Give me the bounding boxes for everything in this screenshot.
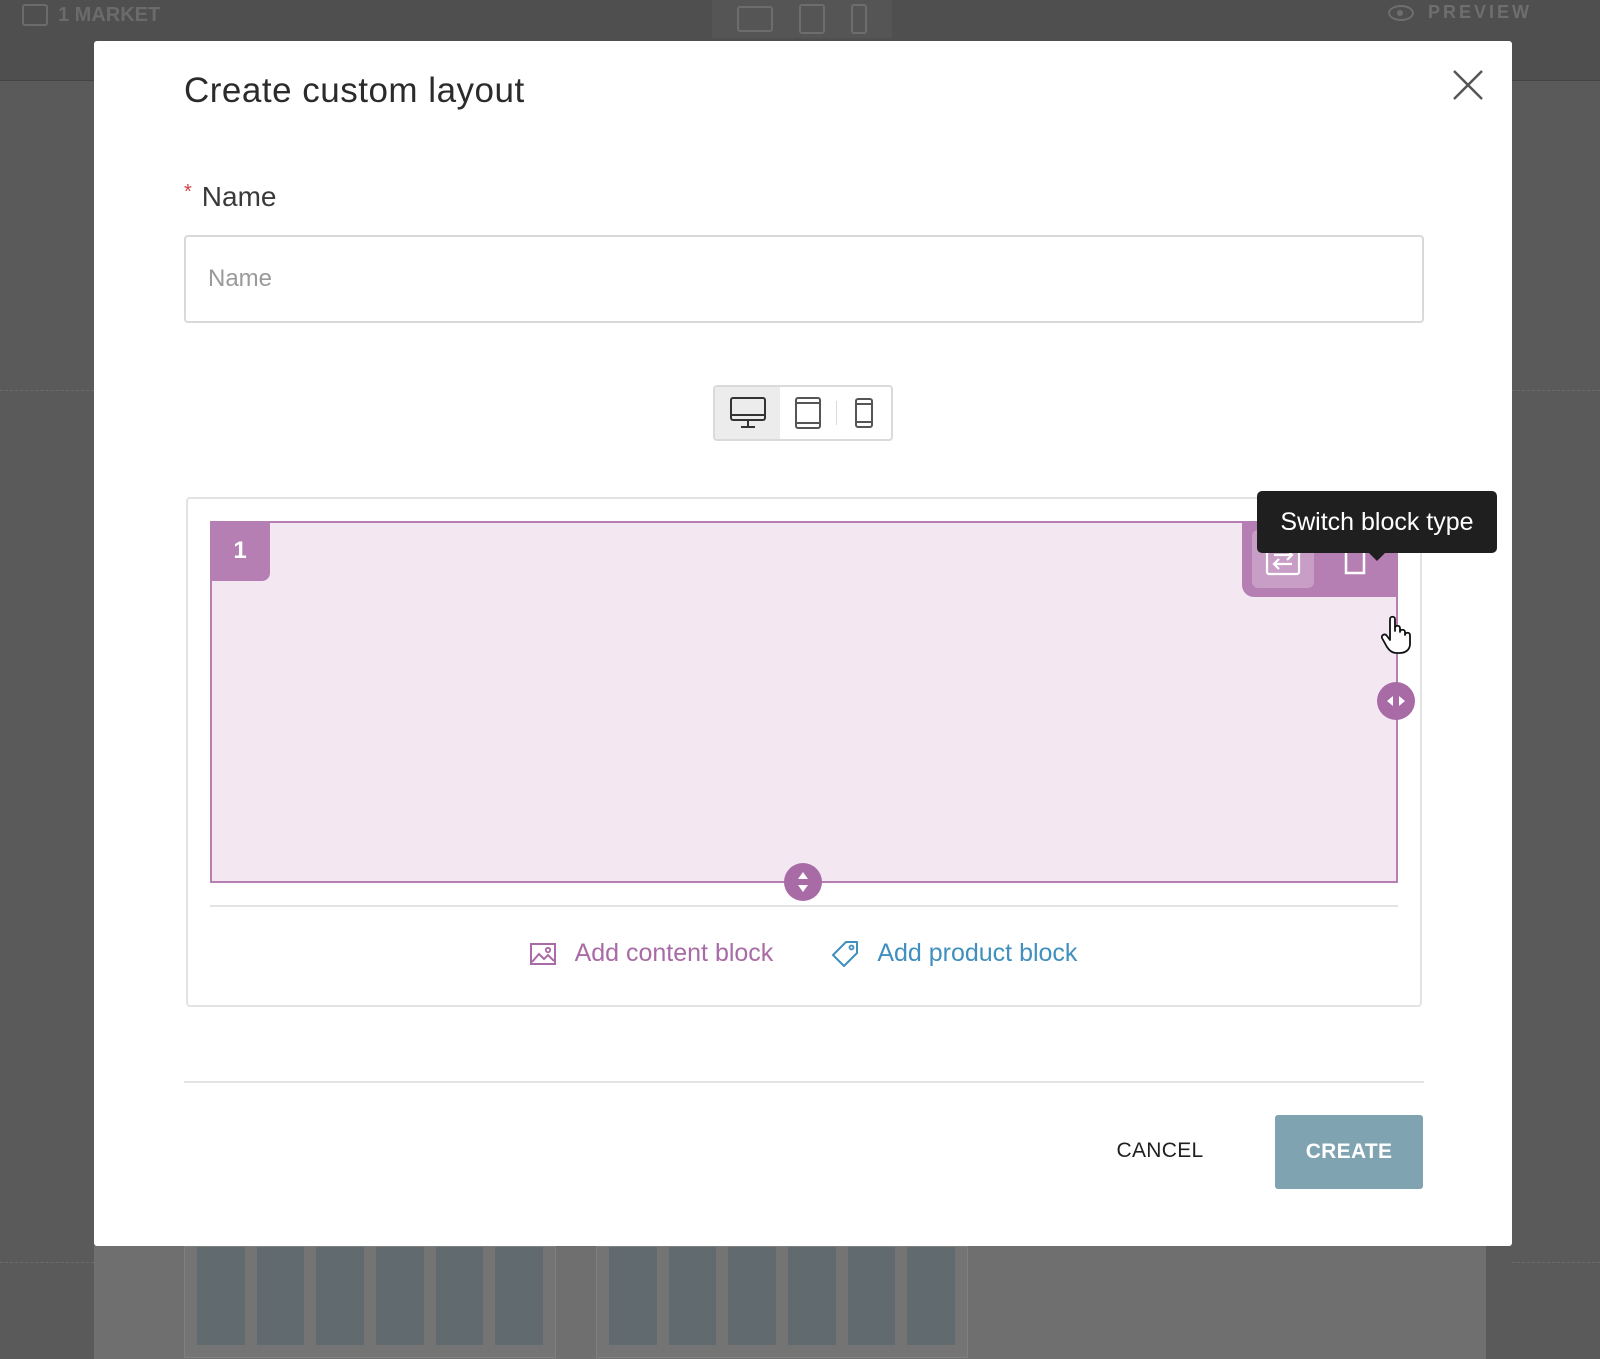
mobile-icon: [854, 398, 873, 428]
background-market-selector: 1 MARKET: [22, 0, 160, 30]
add-content-block-button[interactable]: Add content block: [529, 939, 774, 968]
modal-title: Create custom layout: [184, 71, 525, 110]
background-preview-label: PREVIEW: [1427, 2, 1532, 22]
add-block-row: Add content block Add product block: [94, 939, 1512, 968]
name-field-label: * Name: [184, 181, 277, 213]
switch-block-type-tooltip: Switch block type: [1257, 491, 1497, 561]
close-icon: [1453, 70, 1483, 100]
layout-block[interactable]: [210, 521, 1398, 883]
horizontal-resize-handle[interactable]: [1377, 682, 1415, 720]
background-divider: [0, 1262, 94, 1263]
desktop-icon: [737, 6, 773, 32]
create-button[interactable]: CREATE: [1275, 1115, 1423, 1189]
name-label-text: Name: [201, 181, 277, 212]
tablet-icon: [799, 4, 825, 34]
background-device-switch: [712, 0, 892, 38]
background-divider: [0, 390, 94, 391]
background-preview-button: PREVIEW: [1387, 2, 1532, 23]
add-product-block-button[interactable]: Add product block: [831, 939, 1077, 968]
create-layout-modal: Create custom layout * Name Name 1 Add c…: [94, 41, 1512, 1246]
vertical-resize-handle[interactable]: [784, 863, 822, 901]
close-button[interactable]: [1450, 67, 1486, 103]
add-product-block-label: Add product block: [877, 939, 1078, 967]
vertical-arrows-icon: [798, 872, 808, 892]
tablet-icon: [794, 397, 821, 429]
canvas-divider: [210, 905, 1398, 907]
tablet-view-button[interactable]: [780, 387, 835, 439]
background-divider: [1512, 390, 1600, 391]
mobile-view-button[interactable]: [837, 387, 891, 439]
background-divider: [1512, 1262, 1600, 1263]
block-number-badge: 1: [210, 521, 270, 581]
mobile-icon: [851, 4, 867, 34]
background-layout-card: [596, 1246, 968, 1358]
cancel-button[interactable]: CANCEL: [1096, 1115, 1224, 1187]
required-marker: *: [184, 181, 192, 203]
name-input[interactable]: [184, 235, 1424, 323]
add-content-block-label: Add content block: [574, 939, 774, 967]
footer-divider: [184, 1081, 1424, 1083]
eye-icon: [1387, 4, 1414, 21]
store-icon: [22, 4, 48, 26]
horizontal-arrows-icon: [1387, 696, 1405, 706]
desktop-view-button[interactable]: [715, 387, 781, 439]
device-switch: [713, 385, 893, 441]
desktop-icon: [729, 397, 766, 428]
background-market-label: 1 MARKET: [58, 3, 161, 26]
background-layout-card: [184, 1246, 556, 1358]
image-icon: [529, 942, 556, 965]
tag-icon: [832, 940, 859, 967]
